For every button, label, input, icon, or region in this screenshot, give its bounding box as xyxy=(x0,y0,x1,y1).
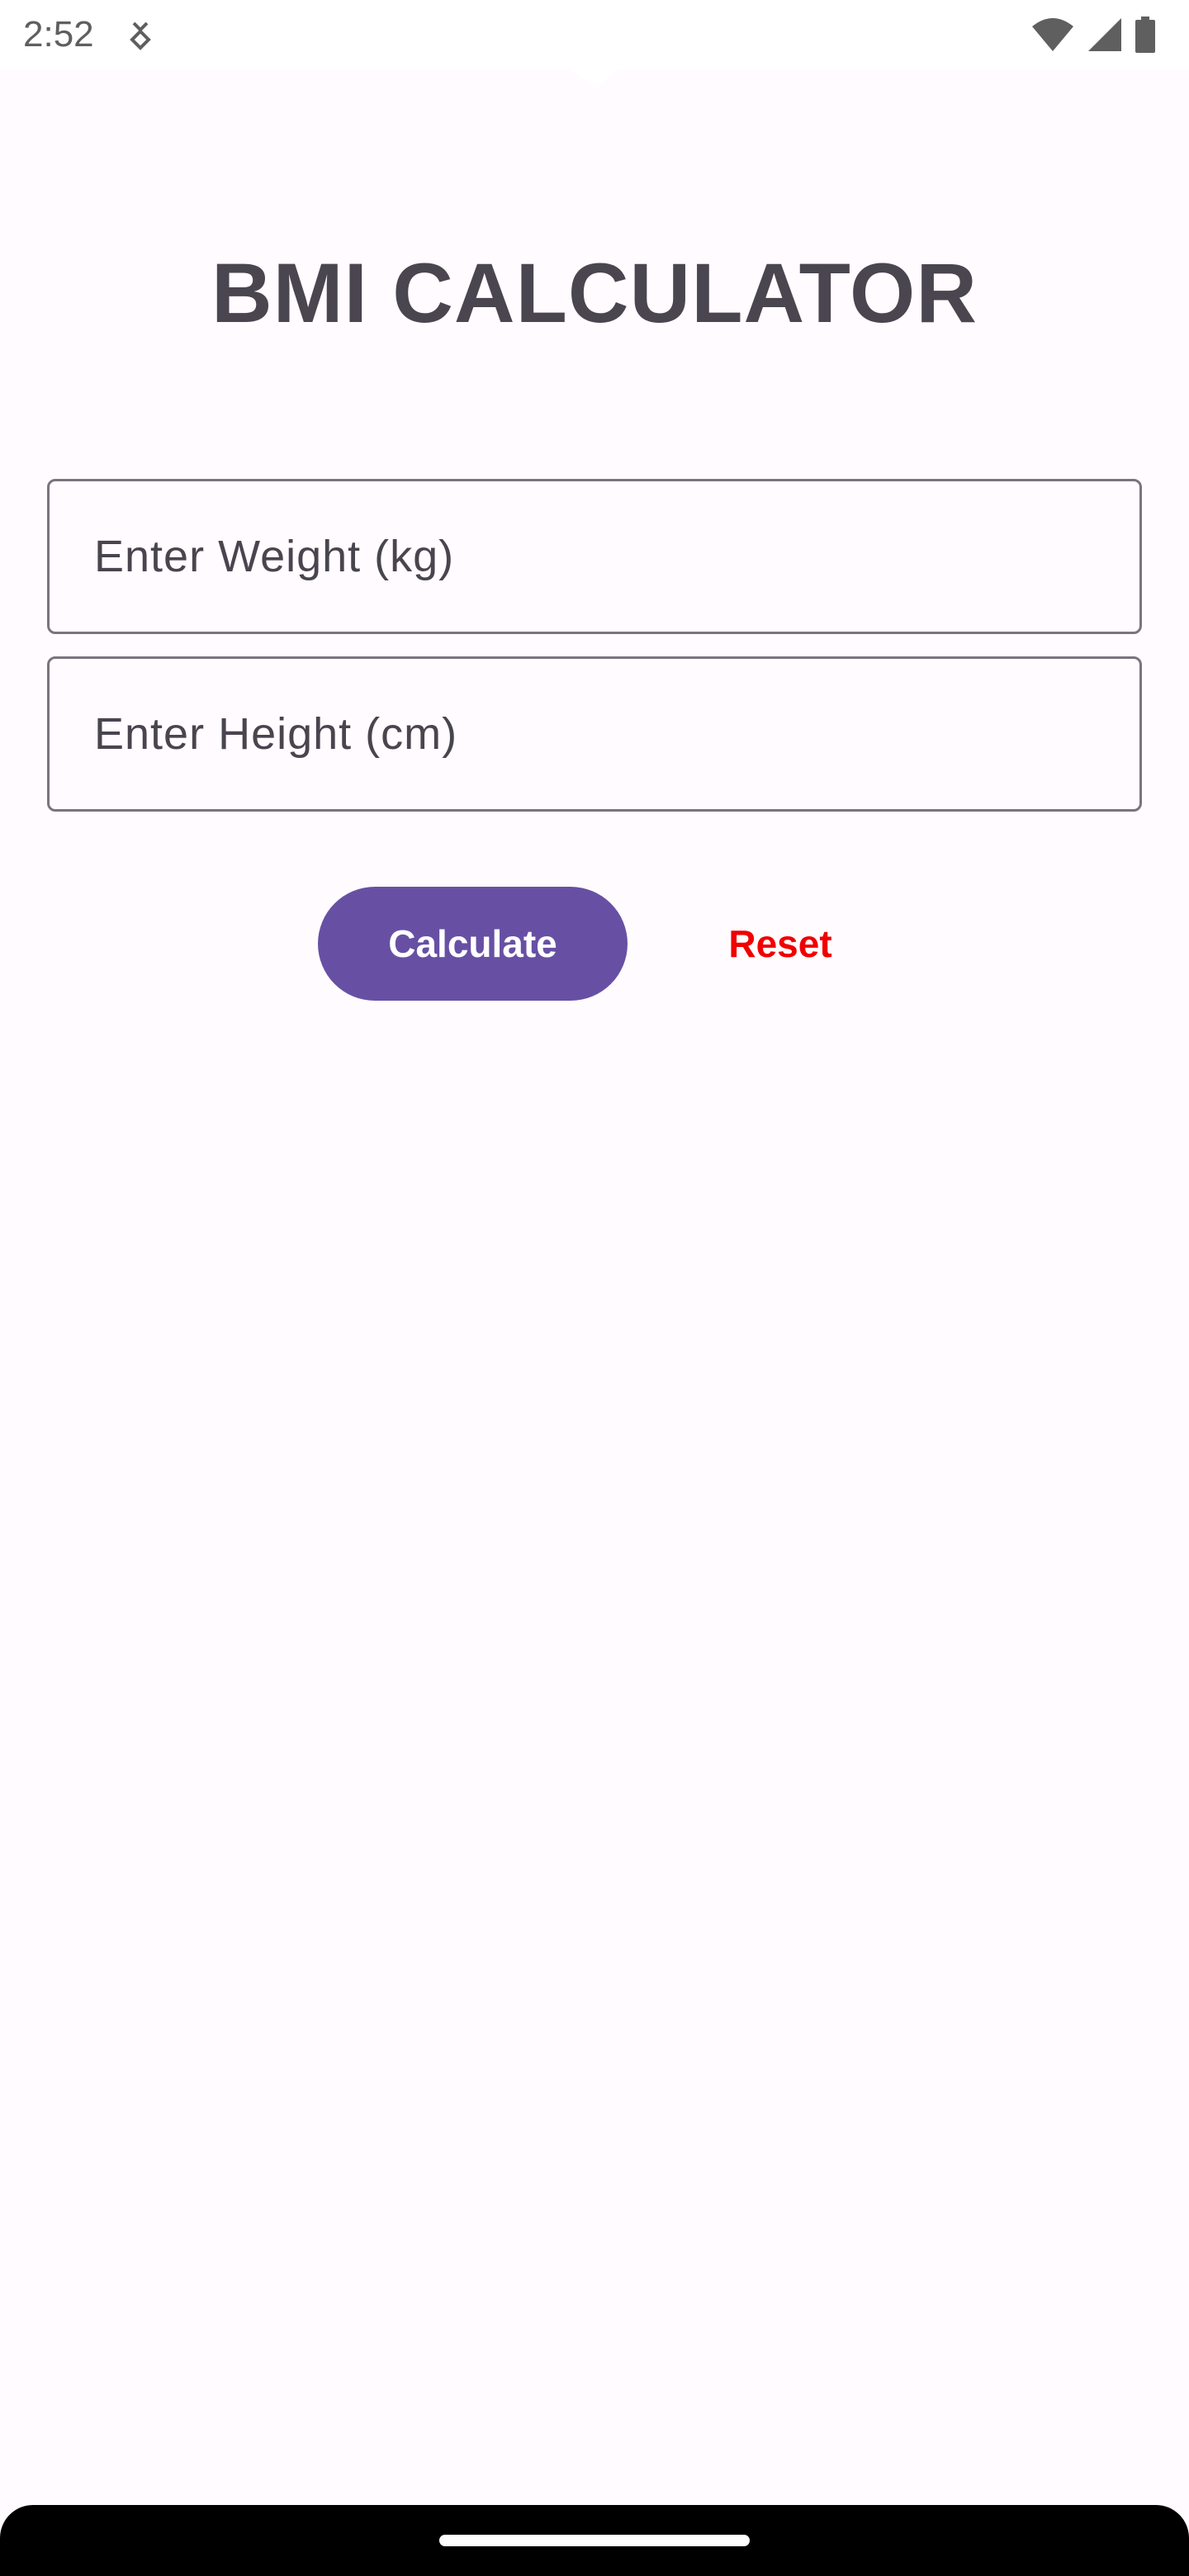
status-bar: 2:52 xyxy=(0,0,1189,69)
height-field[interactable] xyxy=(47,656,1142,812)
weight-input[interactable] xyxy=(94,481,1085,632)
height-input[interactable] xyxy=(94,659,1085,809)
reset-button[interactable]: Reset xyxy=(677,887,883,1001)
page-title: BMI CALCULATOR xyxy=(211,246,978,340)
home-gesture-handle[interactable] xyxy=(439,2535,750,2546)
battery-icon xyxy=(1135,17,1156,53)
status-time: 2:52 xyxy=(23,14,94,54)
notification-app-icon xyxy=(126,18,155,51)
calculate-button[interactable]: Calculate xyxy=(318,887,628,1001)
wifi-icon xyxy=(1030,17,1075,53)
navigation-bar xyxy=(0,2505,1189,2576)
weight-field[interactable] xyxy=(47,479,1142,634)
status-icons xyxy=(1030,15,1156,54)
cell-signal-icon xyxy=(1087,17,1123,53)
camera-notch xyxy=(570,69,619,88)
